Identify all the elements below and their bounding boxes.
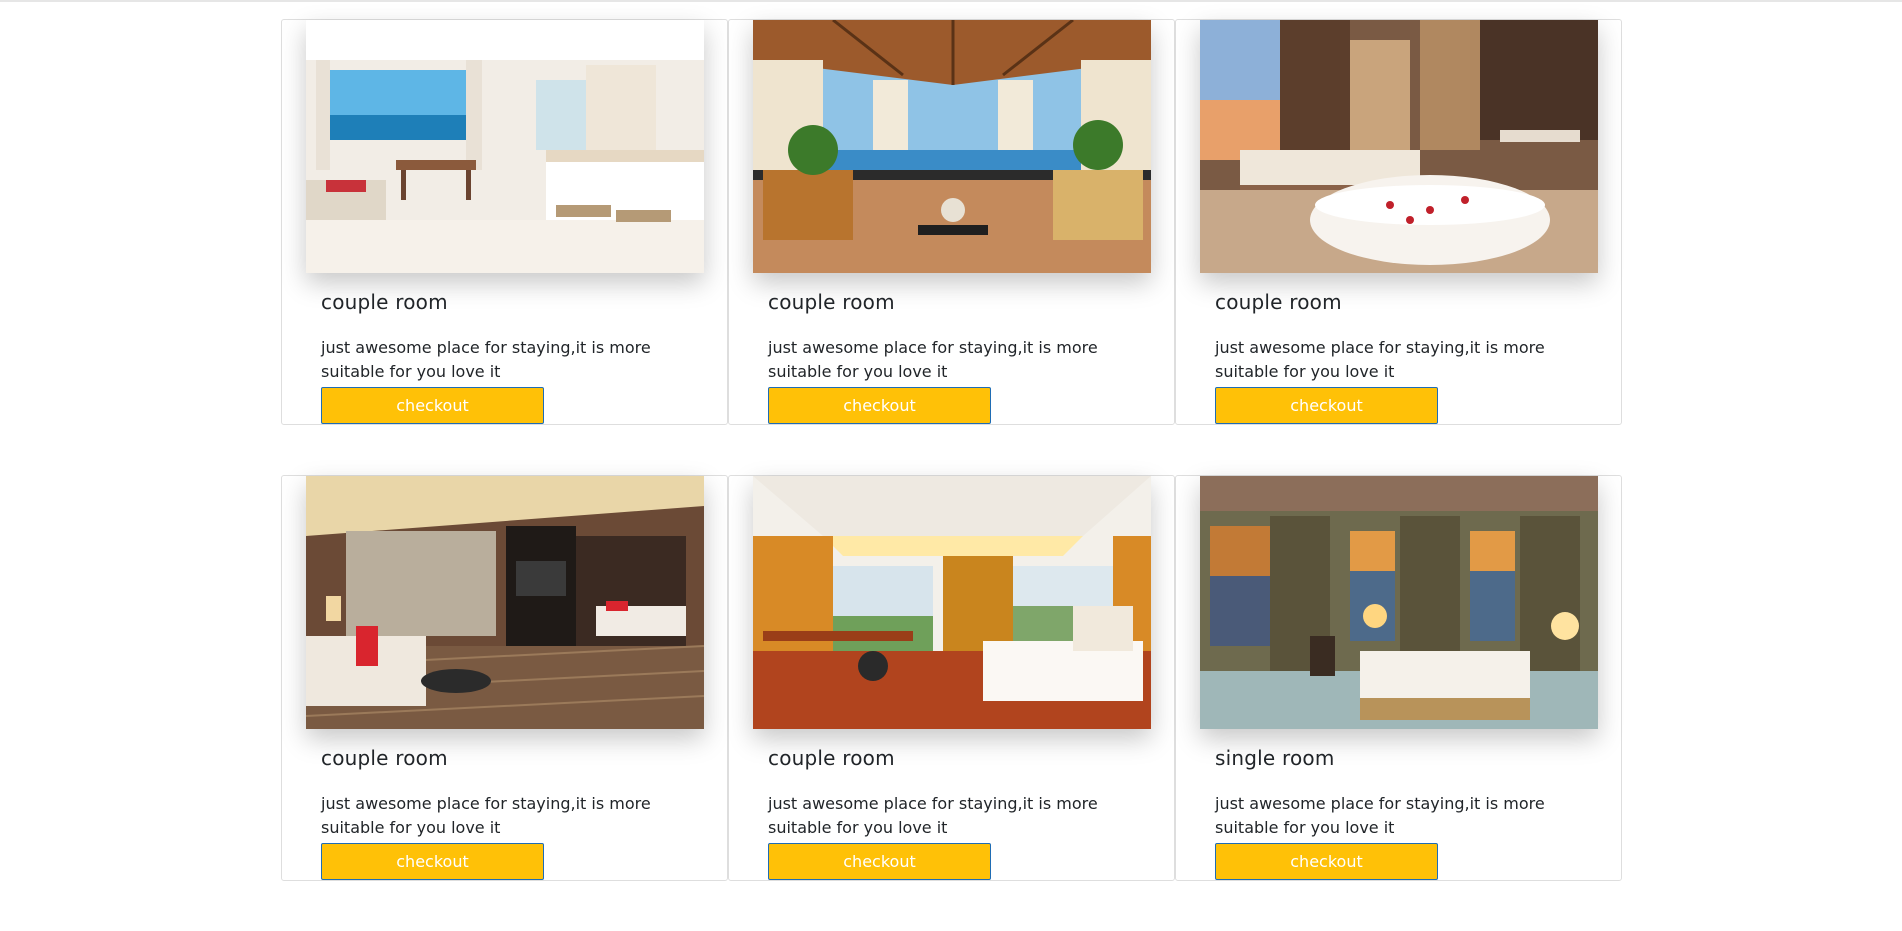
- room-card: couple room just awesome place for stayi…: [728, 475, 1175, 881]
- room-title: couple room: [768, 290, 895, 314]
- room-card: couple room just awesome place for stayi…: [728, 19, 1175, 425]
- room-image[interactable]: [1200, 476, 1598, 729]
- room-description: just awesome place for staying,it is mor…: [321, 794, 651, 837]
- room-grid: couple room just awesome place for stayi…: [281, 19, 1625, 931]
- room-title: single room: [1215, 746, 1335, 770]
- room-title: couple room: [1215, 290, 1342, 314]
- room-card: single room just awesome place for stayi…: [1175, 475, 1622, 881]
- room-image[interactable]: [306, 476, 704, 729]
- room-image[interactable]: [306, 20, 704, 273]
- room-description: just awesome place for staying,it is mor…: [768, 338, 1098, 381]
- room-image[interactable]: [753, 20, 1151, 273]
- checkout-button[interactable]: checkout: [321, 387, 544, 424]
- room-title: couple room: [321, 746, 448, 770]
- room-image[interactable]: [1200, 20, 1598, 273]
- checkout-button[interactable]: checkout: [1215, 387, 1438, 424]
- checkout-button[interactable]: checkout: [1215, 843, 1438, 880]
- checkout-button[interactable]: checkout: [321, 843, 544, 880]
- room-description: just awesome place for staying,it is mor…: [321, 338, 651, 381]
- room-card: couple room just awesome place for stayi…: [1175, 19, 1622, 425]
- room-description: just awesome place for staying,it is mor…: [1215, 794, 1545, 837]
- top-divider: [0, 0, 1902, 2]
- room-description: just awesome place for staying,it is mor…: [1215, 338, 1545, 381]
- room-card: couple room just awesome place for stayi…: [281, 475, 728, 881]
- room-row: couple room just awesome place for stayi…: [281, 19, 1625, 426]
- room-image[interactable]: [753, 476, 1151, 729]
- room-title: couple room: [768, 746, 895, 770]
- room-description: just awesome place for staying,it is mor…: [768, 794, 1098, 837]
- room-row: couple room just awesome place for stayi…: [281, 475, 1625, 882]
- checkout-button[interactable]: checkout: [768, 387, 991, 424]
- checkout-button[interactable]: checkout: [768, 843, 991, 880]
- room-title: couple room: [321, 290, 448, 314]
- room-card: couple room just awesome place for stayi…: [281, 19, 728, 425]
